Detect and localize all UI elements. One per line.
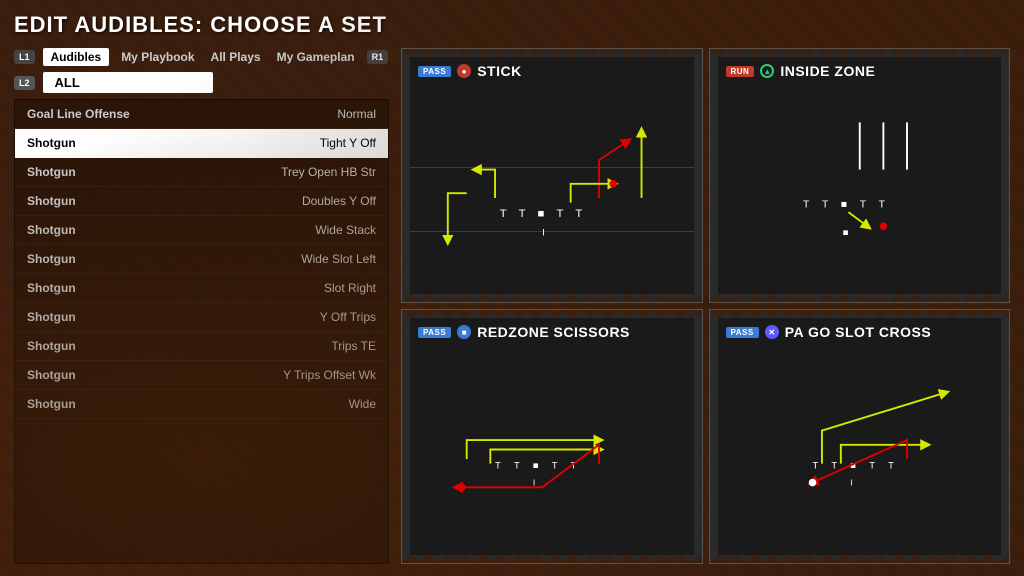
play-card-redzone-scissors[interactable]: PASS ■ REDZONE SCISSORS T T ■ T T — [401, 309, 703, 564]
play-list-item[interactable]: Shotgun Wide — [15, 390, 388, 419]
tab-all-plays[interactable]: All Plays — [207, 48, 265, 66]
play-diagram-pa-go-slot-cross: T T ■ T T I — [718, 344, 1002, 555]
circle-button-icon: ● — [457, 64, 471, 78]
play-list-item[interactable]: Shotgun Slot Right — [15, 274, 388, 303]
play-card-header: PASS ● STICK — [410, 57, 694, 83]
left-panel: L1 Audibles My Playbook All Plays My Gam… — [14, 48, 389, 564]
l2-badge: L2 — [14, 76, 35, 90]
page-title: EDIT AUDIBLES: CHOOSE A SET — [14, 12, 1010, 38]
play-name: STICK — [477, 63, 522, 79]
play-card-stick[interactable]: PASS ● STICK T T ■ — [401, 48, 703, 303]
tabs-row: L1 Audibles My Playbook All Plays My Gam… — [14, 48, 389, 66]
svg-text:I: I — [850, 477, 852, 487]
svg-text:T: T — [831, 460, 837, 471]
svg-text:T: T — [495, 460, 501, 471]
tab-my-playbook[interactable]: My Playbook — [117, 48, 198, 66]
play-list-item[interactable]: Shotgun Wide Slot Left — [15, 245, 388, 274]
svg-text:■: ■ — [533, 460, 539, 471]
play-list-item[interactable]: Shotgun Trips TE — [15, 332, 388, 361]
play-card-inside-zone[interactable]: RUN ▲ INSIDE ZONE T T ■ — [709, 48, 1011, 303]
svg-text:T: T — [869, 460, 875, 471]
play-diagram-inside-zone: T T ■ T T ■ — [718, 83, 1002, 294]
svg-text:T: T — [556, 208, 563, 220]
right-panel: PASS ● STICK T T ■ — [401, 48, 1010, 564]
filter-row: L2 ALL — [14, 72, 389, 93]
svg-text:T: T — [821, 199, 828, 210]
svg-text:T: T — [878, 199, 885, 210]
play-type-pass: PASS — [418, 66, 451, 77]
svg-text:I: I — [542, 228, 545, 239]
svg-text:T: T — [575, 208, 582, 220]
play-name: INSIDE ZONE — [780, 63, 875, 79]
play-card-header: RUN ▲ INSIDE ZONE — [718, 57, 1002, 83]
play-type-pass: PASS — [418, 327, 451, 338]
svg-text:T: T — [519, 208, 526, 220]
play-list-item[interactable]: Shotgun Trey Open HB Str — [15, 158, 388, 187]
play-diagram-stick: T T ■ T T I — [410, 83, 694, 294]
play-list-item[interactable]: Goal Line Offense Normal — [15, 100, 388, 129]
filter-dropdown[interactable]: ALL — [43, 72, 213, 93]
play-list-item[interactable]: Shotgun Doubles Y Off — [15, 187, 388, 216]
play-name: REDZONE SCISSORS — [477, 324, 630, 340]
svg-text:I: I — [533, 477, 535, 487]
svg-text:T: T — [514, 460, 520, 471]
svg-text:T: T — [812, 460, 818, 471]
play-list-item[interactable]: Shotgun Y Off Trips — [15, 303, 388, 332]
svg-text:T: T — [859, 199, 866, 210]
l1-badge: L1 — [14, 50, 35, 64]
play-list-item[interactable]: Shotgun Wide Stack — [15, 216, 388, 245]
play-list-item-selected[interactable]: Shotgun Tight Y Off — [15, 129, 388, 158]
play-type-pass: PASS — [726, 327, 759, 338]
play-card-pa-go-slot-cross[interactable]: PASS ✕ PA GO SLOT CROSS T T ■ T T — [709, 309, 1011, 564]
play-list: Goal Line Offense Normal Shotgun Tight Y… — [14, 99, 389, 564]
play-card-header: PASS ✕ PA GO SLOT CROSS — [718, 318, 1002, 344]
svg-text:■: ■ — [840, 199, 846, 210]
main-container: EDIT AUDIBLES: CHOOSE A SET L1 Audibles … — [0, 0, 1024, 576]
tab-audibles[interactable]: Audibles — [43, 48, 110, 66]
svg-text:■: ■ — [538, 208, 545, 220]
r1-badge: R1 — [367, 50, 389, 64]
play-diagram-redzone-scissors: T T ■ T T I — [410, 344, 694, 555]
triangle-button-icon: ▲ — [760, 64, 774, 78]
tab-my-gameplan[interactable]: My Gameplan — [273, 48, 359, 66]
svg-text:T: T — [552, 460, 558, 471]
svg-text:T: T — [500, 208, 507, 220]
svg-text:T: T — [888, 460, 894, 471]
play-type-run: RUN — [726, 66, 755, 77]
content-area: L1 Audibles My Playbook All Plays My Gam… — [14, 48, 1010, 564]
square-button-icon: ■ — [457, 325, 471, 339]
x-button-icon: ✕ — [765, 325, 779, 339]
svg-text:T: T — [803, 199, 810, 210]
play-card-header: PASS ■ REDZONE SCISSORS — [410, 318, 694, 344]
play-list-item[interactable]: Shotgun Y Trips Offset Wk — [15, 361, 388, 390]
play-name: PA GO SLOT CROSS — [785, 324, 931, 340]
svg-text:■: ■ — [842, 228, 848, 239]
